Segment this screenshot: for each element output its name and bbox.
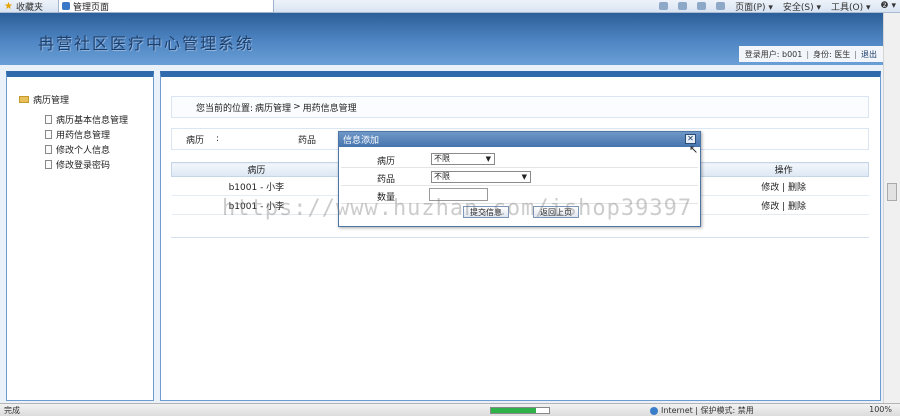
- tools-menu[interactable]: 工具(O) ▾: [831, 0, 871, 13]
- globe-icon: [650, 406, 658, 415]
- edit-link[interactable]: 修改: [761, 202, 779, 212]
- status-text: 完成: [4, 405, 20, 415]
- filter-drug-label: 药品: [298, 135, 317, 146]
- page-icon: [62, 2, 70, 10]
- zoom-level[interactable]: 100%: [869, 405, 892, 414]
- record-select[interactable]: 不限 ▼: [431, 153, 495, 165]
- logout-link[interactable]: 退出: [861, 49, 877, 60]
- home-icon[interactable]: [659, 2, 669, 10]
- browser-tab[interactable]: 管理页面: [58, 0, 274, 13]
- form-row-quantity: 数量: [341, 186, 698, 204]
- scrollbar-thumb[interactable]: [887, 183, 897, 201]
- form-row-record: 病历 不限 ▼: [341, 150, 698, 168]
- app-title: 冉营社区医疗中心管理系统: [38, 34, 255, 53]
- help-menu[interactable]: ❷ ▾: [881, 1, 896, 11]
- browser-toolbar: ★ 收藏夹 管理页面 页面(P) ▾ 安全(S) ▾ 工具(O) ▾ ❷ ▾: [0, 0, 900, 13]
- field-label-record: 病历: [377, 157, 396, 167]
- sidebar-root-record-management[interactable]: 病历管理: [19, 93, 69, 106]
- page-scrollbar[interactable]: [883, 13, 900, 403]
- star-icon: ★: [4, 0, 13, 12]
- sidebar-item-medication-info[interactable]: 用药信息管理: [45, 128, 110, 141]
- filter-record-label: 病历: [186, 135, 205, 146]
- breadcrumb-parent[interactable]: 病历管理: [255, 101, 291, 114]
- browser-command-bar: 页面(P) ▾ 安全(S) ▾ 工具(O) ▾ ❷ ▾: [659, 0, 896, 13]
- column-header-actions: 操作: [698, 162, 869, 177]
- favorites-button[interactable]: ★ 收藏夹: [4, 0, 43, 13]
- mail-icon[interactable]: [697, 2, 707, 10]
- breadcrumb-current: 用药信息管理: [302, 103, 357, 114]
- edit-link[interactable]: 修改: [761, 183, 779, 193]
- delete-link[interactable]: 删除: [788, 183, 806, 193]
- field-label-quantity: 数量: [377, 193, 396, 203]
- document-icon: [45, 145, 52, 154]
- safety-menu[interactable]: 安全(S) ▾: [783, 0, 821, 13]
- chevron-down-icon: ▼: [485, 155, 491, 163]
- sidebar-item-change-password[interactable]: 修改登录密码: [45, 158, 110, 171]
- sidebar-item-edit-profile[interactable]: 修改个人信息: [45, 143, 110, 156]
- back-button[interactable]: 返回上页: [533, 206, 579, 218]
- form-row-drug: 药品 不限 ▼: [341, 168, 698, 186]
- submit-button[interactable]: 提交信息: [463, 206, 509, 218]
- drug-select[interactable]: 不限 ▼: [431, 171, 531, 183]
- print-icon[interactable]: [716, 2, 726, 10]
- browser-statusbar: 完成 Internet | 保护模式: 禁用 100%: [0, 403, 900, 416]
- info-add-dialog: 信息添加 ✕ 病历 不限 ▼ 药品 不限 ▼ 数量 提交信息 返回上页: [338, 131, 701, 227]
- separator: |: [854, 49, 857, 59]
- delete-link[interactable]: 删除: [788, 202, 806, 212]
- separator: |: [806, 49, 810, 59]
- logged-user: 登录用户: b001: [744, 49, 803, 59]
- user-info-bar: 登录用户: b001 | 身份: 医生 | 退出: [738, 46, 883, 62]
- security-zone[interactable]: Internet | 保护模式: 禁用: [650, 405, 754, 416]
- dialog-title: 信息添加: [343, 136, 380, 146]
- page-menu[interactable]: 页面(P) ▾: [735, 0, 773, 13]
- column-header-record: 病历: [171, 162, 342, 177]
- quantity-input[interactable]: [429, 188, 488, 201]
- cell-record: b1001 - 小李: [171, 195, 342, 215]
- document-icon: [45, 130, 52, 139]
- sidebar-item-record-info[interactable]: 病历基本信息管理: [45, 113, 128, 126]
- folder-icon: [19, 96, 29, 103]
- progress-bar: [490, 407, 550, 414]
- sidebar: 病历管理 病历基本信息管理 用药信息管理 修改个人信息 修改登录密码: [6, 71, 154, 401]
- breadcrumb: 您当前的位置: 病历管理 > 用药信息管理: [171, 96, 869, 118]
- cell-actions: 修改 | 删除: [698, 195, 869, 215]
- main-panel: 您当前的位置: 病历管理 > 用药信息管理 病历 : 药品 病历 操作 b100…: [160, 71, 881, 401]
- progress-fill: [491, 408, 537, 413]
- chevron-down-icon: ▼: [521, 173, 527, 181]
- cell-record: b1001 - 小李: [171, 176, 342, 196]
- app-header: 冉营社区医疗中心管理系统 登录用户: b001 | 身份: 医生 | 退出: [0, 13, 883, 65]
- mouse-cursor-icon: ↖: [689, 143, 699, 156]
- document-icon: [45, 160, 52, 169]
- user-role: 身份: 医生: [813, 49, 851, 59]
- feeds-icon[interactable]: [678, 2, 688, 10]
- field-label-drug: 药品: [377, 175, 396, 185]
- dialog-titlebar: 信息添加 ✕: [339, 132, 700, 147]
- cell-actions: 修改 | 删除: [698, 176, 869, 196]
- document-icon: [45, 115, 52, 124]
